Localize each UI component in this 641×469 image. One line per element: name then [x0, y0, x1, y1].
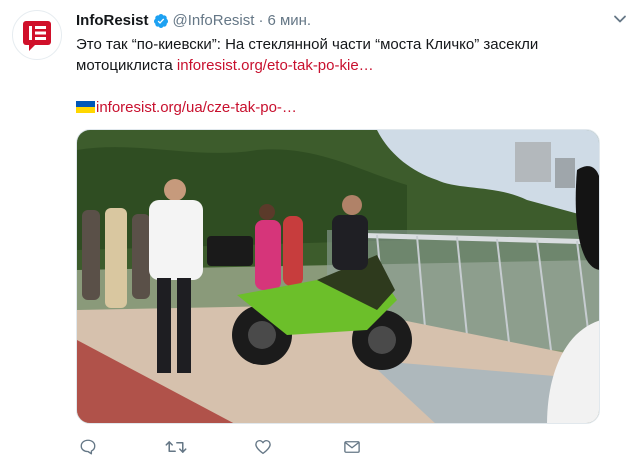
like-button[interactable]: [253, 437, 273, 457]
separator-dot: ·: [258, 12, 264, 29]
author-handle[interactable]: @InfoResist: [173, 11, 255, 31]
photo-motorcycle-on-bridge: [77, 130, 599, 423]
article-link-ua[interactable]: inforesist.org/ua/cze-tak-po-…: [96, 99, 297, 116]
ukraine-flag-icon: [76, 101, 95, 113]
tweet-header: InfoResist @InfoResist · 6 мин.: [76, 11, 601, 31]
verified-badge-icon: [153, 14, 168, 28]
retweet-icon: [165, 441, 187, 453]
chevron-down-icon[interactable]: [613, 12, 627, 26]
reply-icon: [80, 439, 96, 455]
reply-button[interactable]: [78, 437, 98, 457]
tweet-text-line-2: мотоциклиста inforesist.org/eto-tak-po-k…: [76, 55, 596, 76]
retweet-button[interactable]: [164, 437, 188, 457]
tweet-actions: [76, 437, 396, 463]
author-name[interactable]: InfoResist: [76, 11, 149, 31]
envelope-icon: [344, 441, 360, 453]
avatar[interactable]: [12, 10, 62, 60]
tweet-text-line-1: Это так “по-киевски”: На стеклянной част…: [76, 36, 539, 53]
inforesist-logo-icon: [23, 21, 51, 51]
tweet-photo[interactable]: [76, 129, 600, 424]
tweet-text-prefix: мотоциклиста: [76, 57, 177, 74]
direct-message-button[interactable]: [342, 437, 362, 457]
tweet-text: Это так “по-киевски”: На стеклянной част…: [76, 34, 596, 118]
heart-icon: [255, 439, 271, 455]
tweet-text-line-3: inforesist.org/ua/cze-tak-po-…: [76, 97, 596, 118]
article-link-ru[interactable]: inforesist.org/eto-tak-po-kie…: [177, 57, 374, 74]
tweet-timestamp[interactable]: 6 мин.: [267, 11, 311, 31]
